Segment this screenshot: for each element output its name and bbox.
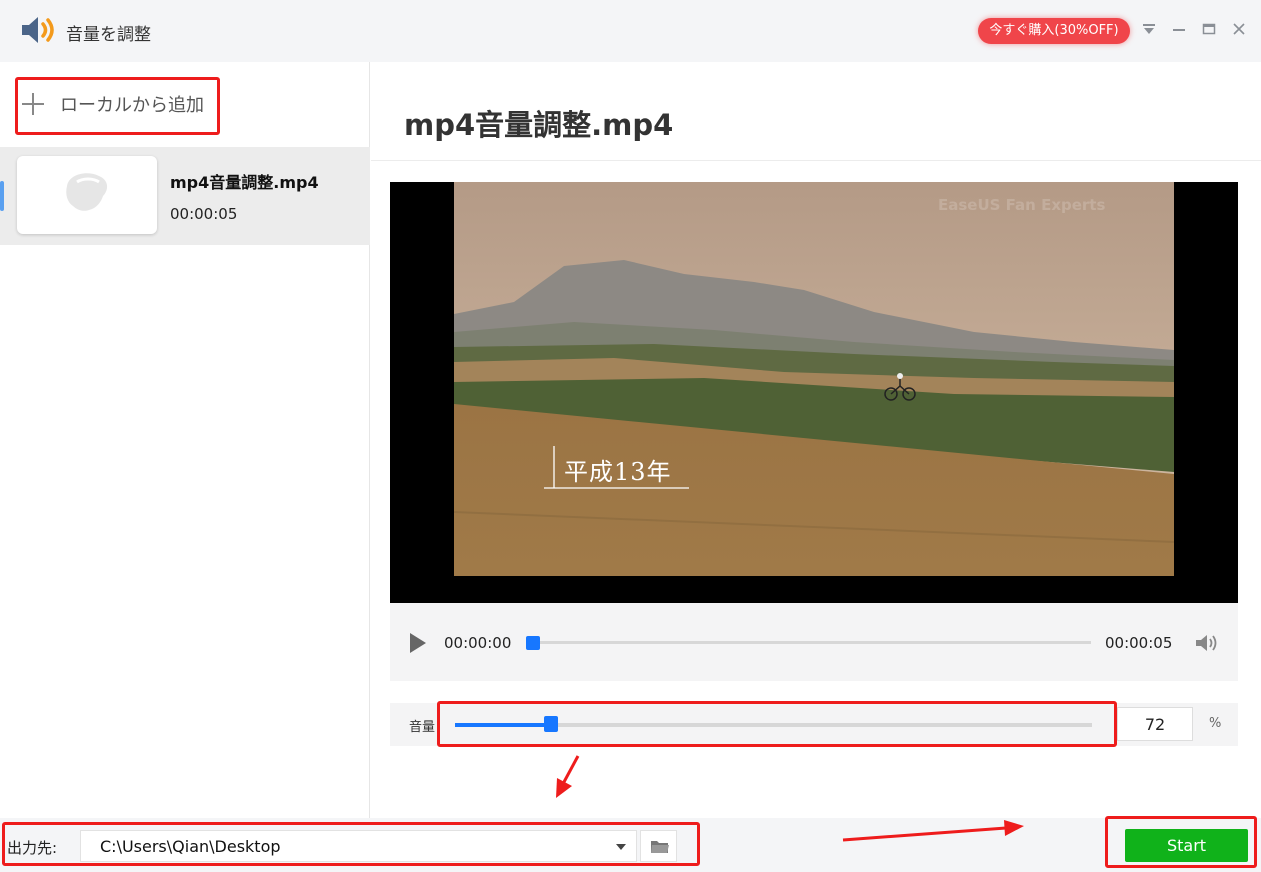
title-bar: 音量を調整 今すぐ購入(30%OFF) bbox=[0, 0, 1261, 62]
chevron-down-icon[interactable] bbox=[616, 844, 626, 850]
volume-value-input[interactable] bbox=[1117, 707, 1193, 741]
folder-icon bbox=[651, 841, 669, 853]
page-title: mp4音量調整.mp4 bbox=[404, 108, 674, 142]
volume-slider-fill bbox=[455, 723, 551, 727]
seek-bar[interactable] bbox=[535, 641, 1091, 644]
add-local-label: ローカルから追加 bbox=[60, 95, 204, 116]
file-thumbnail bbox=[17, 156, 157, 234]
file-name: mp4音量調整.mp4 bbox=[170, 173, 319, 192]
speaker-icon[interactable] bbox=[1195, 633, 1219, 653]
video-placeholder-icon bbox=[66, 173, 108, 211]
plus-icon bbox=[22, 93, 44, 115]
play-icon[interactable] bbox=[410, 633, 426, 653]
speaker-orange-icon bbox=[22, 17, 54, 43]
player-controls: 00:00:00 00:00:05 bbox=[390, 603, 1238, 681]
volume-slider-handle[interactable] bbox=[544, 716, 558, 732]
annotation-arrow-down bbox=[562, 755, 580, 783]
total-time: 00:00:05 bbox=[1105, 634, 1173, 652]
video-watermark: EaseUS Fan Experts bbox=[938, 196, 1106, 214]
minimize-icon[interactable] bbox=[1170, 20, 1188, 40]
current-time: 00:00:00 bbox=[444, 634, 512, 652]
divider bbox=[371, 160, 1261, 161]
file-list-item[interactable]: mp4音量調整.mp4 00:00:05 bbox=[0, 147, 370, 245]
file-list-panel: ローカルから追加 mp4音量調整.mp4 00:00:05 bbox=[0, 62, 370, 818]
video-preview[interactable]: EaseUS Fan Experts bbox=[390, 182, 1238, 603]
volume-unit: % bbox=[1209, 716, 1222, 731]
volume-row: 音量 % bbox=[390, 703, 1238, 746]
output-label: 出力先: bbox=[7, 839, 58, 857]
file-duration: 00:00:05 bbox=[170, 205, 238, 223]
seek-handle[interactable] bbox=[526, 636, 540, 650]
output-path-value: C:\Users\Qian\Desktop bbox=[100, 837, 281, 856]
add-local-button[interactable]: ローカルから追加 bbox=[22, 90, 204, 118]
output-path-select[interactable]: C:\Users\Qian\Desktop bbox=[80, 830, 637, 862]
browse-folder-button[interactable] bbox=[640, 830, 677, 862]
maximize-icon[interactable] bbox=[1200, 20, 1218, 40]
video-frame bbox=[454, 182, 1174, 576]
app-title: 音量を調整 bbox=[66, 25, 151, 45]
start-button[interactable]: Start bbox=[1125, 829, 1248, 862]
volume-label: 音量 bbox=[409, 720, 436, 735]
selection-indicator bbox=[0, 181, 4, 211]
app-window: 音量を調整 今すぐ購入(30%OFF) ローカルから追加 mp4音量調整.mp4… bbox=[0, 0, 1261, 872]
menu-icon[interactable] bbox=[1140, 20, 1158, 40]
close-icon[interactable] bbox=[1230, 20, 1248, 40]
bottom-bar: 出力先: C:\Users\Qian\Desktop Start bbox=[0, 818, 1261, 872]
buy-now-button[interactable]: 今すぐ購入(30%OFF) bbox=[978, 18, 1130, 44]
annotation-arrowhead-down bbox=[556, 778, 572, 798]
video-subtitle: 平成13年 bbox=[564, 458, 672, 486]
